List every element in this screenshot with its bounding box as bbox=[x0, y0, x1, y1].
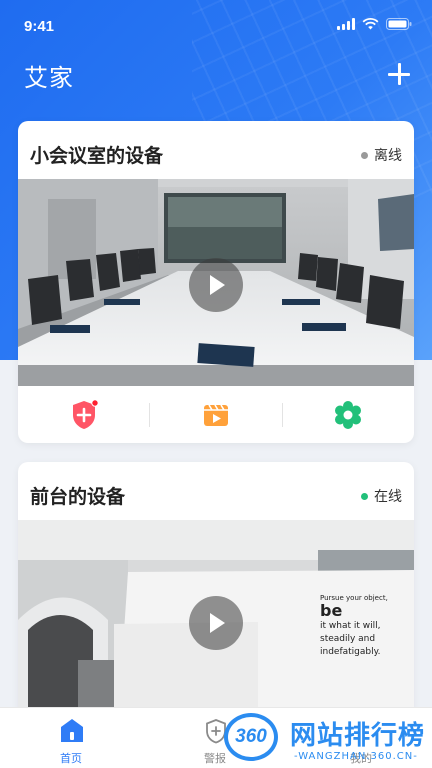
signal-icon bbox=[337, 18, 355, 30]
tab-home[interactable]: 首页 bbox=[16, 708, 126, 768]
device-card-header: 小会议室的设备 离线 bbox=[18, 121, 414, 179]
play-button[interactable] bbox=[189, 258, 243, 312]
device-name: 前台的设备 bbox=[30, 486, 126, 508]
tab-label: 首页 bbox=[60, 752, 82, 765]
device-status-label: 在线 bbox=[374, 489, 402, 505]
device-card[interactable]: 小会议室的设备 离线 bbox=[18, 121, 414, 443]
playback-button[interactable] bbox=[150, 386, 281, 443]
wifi-icon bbox=[362, 18, 379, 30]
watermark: 360 网站排行榜 -WANGZHAN.360.CN- bbox=[208, 707, 432, 768]
device-status-label: 离线 bbox=[374, 148, 402, 164]
app-title: 艾家 bbox=[24, 64, 74, 92]
watermark-url: -WANGZHAN.360.CN- bbox=[294, 751, 418, 762]
status-bar: 9:41 bbox=[0, 0, 432, 44]
security-button[interactable] bbox=[18, 386, 149, 443]
status-icons bbox=[337, 18, 412, 30]
status-dot bbox=[361, 151, 368, 159]
wall-text-2: be bbox=[320, 601, 342, 620]
battery-icon bbox=[386, 18, 412, 30]
home-icon bbox=[61, 719, 83, 742]
device-card-header: 前台的设备 在线 bbox=[18, 462, 414, 520]
device-status: 在线 bbox=[361, 486, 402, 506]
watermark-text: 网站排行榜 bbox=[290, 721, 426, 751]
settings-button[interactable] bbox=[283, 386, 414, 443]
settings-gear-icon bbox=[335, 400, 362, 429]
device-card[interactable]: 前台的设备 在线 Pursue your object, be it what … bbox=[18, 462, 414, 722]
wall-text-4: steadily and bbox=[320, 634, 375, 644]
status-dot bbox=[361, 492, 368, 500]
camera-preview[interactable]: Pursue your object, be it what it will, … bbox=[18, 520, 414, 722]
watermark-logo: 360 bbox=[224, 713, 278, 761]
add-device-button[interactable] bbox=[388, 63, 410, 85]
wall-text-3: it what it will, bbox=[320, 621, 380, 631]
security-shield-icon bbox=[72, 398, 99, 429]
device-status: 离线 bbox=[361, 145, 402, 165]
video-playback-icon bbox=[203, 404, 228, 426]
device-name: 小会议室的设备 bbox=[30, 145, 164, 167]
wall-text-5: indefatigably. bbox=[320, 647, 381, 657]
status-time: 9:41 bbox=[24, 18, 55, 35]
device-actions bbox=[18, 386, 414, 443]
play-button[interactable] bbox=[189, 596, 243, 650]
camera-preview[interactable] bbox=[18, 179, 414, 386]
